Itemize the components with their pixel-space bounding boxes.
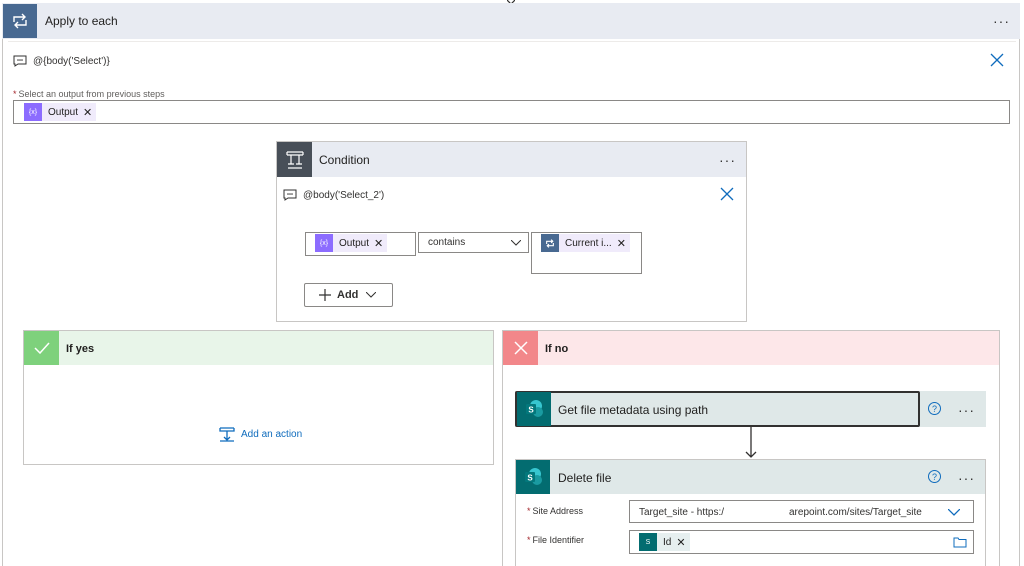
- chevron-down-icon: [366, 292, 377, 298]
- add-action-icon: [219, 427, 235, 442]
- chevron-down-icon: [511, 240, 521, 246]
- get-file-metadata-more-button[interactable]: ···: [958, 403, 975, 417]
- current-item-token[interactable]: Current i... ✕: [541, 234, 630, 252]
- add-an-action-button[interactable]: Add an action: [219, 427, 302, 442]
- add-condition-button[interactable]: Add: [304, 283, 393, 307]
- apply-to-each-more-button[interactable]: ···: [993, 14, 1010, 28]
- loop-icon: [541, 234, 559, 252]
- apply-to-each-title: Apply to each: [45, 14, 118, 28]
- condition-left-operand[interactable]: {x} Output ✕: [305, 232, 416, 256]
- condition-expression: @body('Select_2'): [303, 190, 385, 201]
- remove-token-icon[interactable]: ✕: [83, 106, 96, 119]
- if-no-title: If no: [545, 343, 569, 355]
- if-yes-header[interactable]: [24, 331, 493, 365]
- x-icon: [503, 331, 538, 365]
- folder-icon[interactable]: [953, 537, 967, 548]
- svg-text:S: S: [528, 406, 534, 415]
- loop-icon: [3, 4, 37, 38]
- apply-to-each-expression: @{body('Select')}: [33, 56, 110, 67]
- condition-icon: [277, 142, 312, 177]
- svg-text:S: S: [527, 474, 533, 483]
- file-identifier-field[interactable]: S Id ✕: [629, 530, 974, 554]
- check-icon: [24, 331, 59, 365]
- chevron-down-icon: [948, 509, 960, 516]
- remove-token-icon[interactable]: ✕: [676, 536, 689, 549]
- file-identifier-label: * File Identifier: [527, 535, 585, 545]
- id-token[interactable]: S Id ✕: [639, 533, 690, 551]
- if-yes-title: If yes: [66, 343, 95, 355]
- site-address-label: * Site Address: [527, 506, 584, 516]
- comment-icon: [283, 189, 297, 201]
- output-field-label: * Select an output from previous steps: [13, 89, 165, 99]
- output-token[interactable]: {x} Output ✕: [24, 103, 97, 121]
- output-token[interactable]: {x} Output ✕: [315, 234, 388, 252]
- condition-more-button[interactable]: ···: [719, 153, 736, 167]
- condition-title: Condition: [319, 153, 370, 167]
- output-field[interactable]: {x} Output ✕: [13, 100, 1010, 124]
- plus-icon: [319, 289, 331, 301]
- delete-file-more-button[interactable]: ···: [958, 471, 975, 485]
- variable-icon: {x}: [24, 103, 42, 121]
- variable-icon: {x}: [315, 234, 333, 252]
- apply-to-each-header[interactable]: [2, 3, 1020, 39]
- help-icon[interactable]: ?: [928, 470, 941, 483]
- comment-icon: [13, 55, 27, 67]
- delete-file-title: Delete file: [558, 471, 612, 485]
- divider: [8, 41, 1016, 42]
- help-icon[interactable]: ?: [928, 402, 941, 415]
- condition-right-operand[interactable]: Current i... ✕: [531, 232, 642, 274]
- sharepoint-icon: S: [517, 392, 551, 426]
- arrow-down-icon: [745, 427, 757, 458]
- sharepoint-icon: S: [516, 460, 550, 494]
- close-icon[interactable]: [990, 53, 1004, 67]
- sharepoint-icon: S: [639, 533, 657, 551]
- if-no-header[interactable]: [503, 331, 999, 365]
- site-address-dropdown[interactable]: Target_site - https:/ arepoint.com/sites…: [629, 500, 974, 523]
- remove-token-icon[interactable]: ✕: [617, 237, 630, 250]
- close-icon[interactable]: [720, 187, 734, 201]
- condition-operator-select[interactable]: contains: [418, 232, 529, 253]
- remove-token-icon[interactable]: ✕: [374, 237, 387, 250]
- get-file-metadata-title: Get file metadata using path: [558, 403, 709, 417]
